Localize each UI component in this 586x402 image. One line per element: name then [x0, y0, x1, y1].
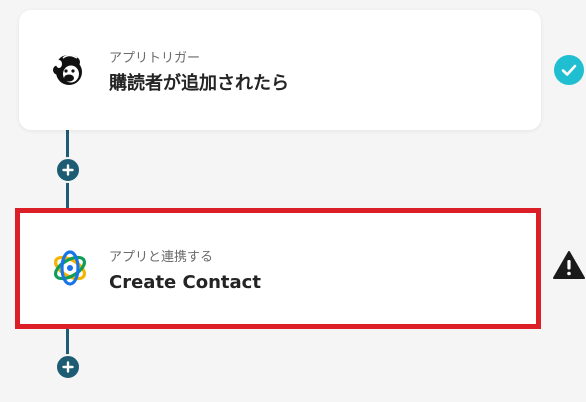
flow-step-trigger[interactable]: アプリトリガー 購読者が追加されたら	[19, 10, 541, 130]
step-subtitle: アプリと連携する	[109, 250, 214, 265]
success-check-icon	[554, 55, 584, 85]
step-text: アプリと連携する Create Contact	[109, 249, 261, 296]
step-text: アプリトリガー 購読者が追加されたら	[109, 50, 289, 97]
step-subtitle: アプリトリガー	[109, 51, 201, 66]
add-step-button[interactable]	[55, 157, 81, 183]
app-logo-icon	[50, 248, 90, 288]
plus-icon	[62, 164, 74, 176]
step-title: Create Contact	[109, 272, 261, 293]
step-title: 購読者が追加されたら	[109, 73, 289, 94]
plus-icon	[62, 361, 74, 373]
warning-icon	[552, 250, 586, 280]
flow-step-action[interactable]: アプリと連携する Create Contact	[15, 208, 541, 329]
mailchimp-icon	[49, 50, 89, 90]
add-step-button[interactable]	[55, 354, 81, 380]
